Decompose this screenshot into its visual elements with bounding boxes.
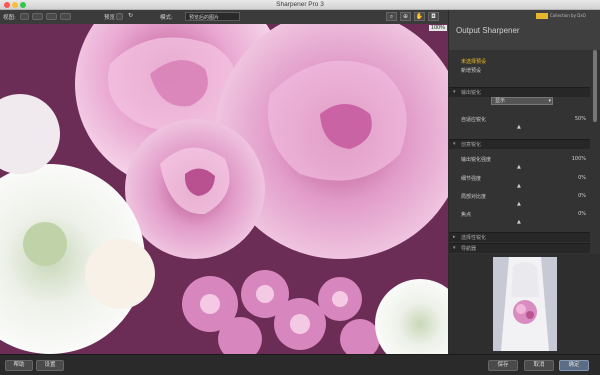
settings-panel: Collection by DxO Output Sharpener 未选择预设…	[449, 10, 600, 354]
local-contrast-label: 局部对比度	[461, 194, 487, 200]
brand-text: Collection by DxO	[550, 13, 586, 18]
help-button[interactable]: 帮助	[5, 360, 33, 371]
output-strength-slider[interactable]: ▲	[517, 164, 521, 170]
adaptive-sharpening-slider[interactable]: ▲	[517, 124, 521, 130]
collapse-triangle-icon: ▾	[453, 245, 456, 251]
section-output-sharpening[interactable]: ▾ 输出锐化	[449, 87, 590, 97]
brand-logo	[536, 13, 548, 19]
ok-button[interactable]: 确定	[559, 360, 589, 371]
panel-scrollbar[interactable]	[593, 50, 597, 122]
side-by-side-view-button[interactable]	[46, 13, 57, 20]
navigator-thumbnail[interactable]	[493, 257, 557, 351]
adaptive-sharpening-value: 50%	[574, 116, 586, 122]
flower-photo	[0, 24, 448, 354]
panel-header: Collection by DxO Output Sharpener	[449, 10, 600, 50]
rotate-icon[interactable]: ↻	[125, 12, 136, 21]
window-title: Sharpener Pro 3	[276, 1, 324, 8]
collapse-triangle-icon: ▾	[453, 141, 456, 147]
focus-label: 焦点	[461, 212, 472, 218]
output-type-select[interactable]: 显示 ▾	[491, 97, 553, 105]
local-contrast-value: 0%	[578, 193, 586, 199]
focus-slider[interactable]: ▲	[517, 219, 521, 225]
output-strength-label: 输出锐化强度	[461, 157, 492, 163]
adaptive-sharpening-label: 自适应锐化	[461, 117, 487, 123]
zoom-tool-icon[interactable]: ⌕	[386, 12, 397, 21]
preview-checkbox[interactable]	[116, 13, 123, 20]
hand-tool-icon[interactable]: ✋	[414, 12, 425, 21]
output-strength-value: 100%	[571, 156, 586, 162]
local-contrast-slider[interactable]: ▲	[517, 201, 521, 207]
expand-triangle-icon: ▸	[453, 234, 456, 240]
settings-button[interactable]: 设置	[36, 360, 64, 371]
structure-slider[interactable]: ▲	[517, 183, 521, 189]
view-label: 视图:	[3, 15, 16, 21]
save-button[interactable]: 保存	[488, 360, 518, 371]
bride-photo	[493, 257, 557, 351]
zoom-level: 100%	[428, 25, 447, 31]
image-preview[interactable]: 100%	[0, 24, 448, 354]
mode-label: 模式:	[160, 15, 173, 21]
title-bar: Sharpener Pro 3	[0, 0, 600, 10]
section-loupe[interactable]: ▾ 导航器	[449, 243, 590, 253]
background-color-icon[interactable]: ◘	[428, 12, 439, 21]
chevron-down-icon: ▾	[548, 98, 551, 104]
mode-select[interactable]: 预览后的图片	[185, 12, 240, 21]
focus-value: 0%	[578, 211, 586, 217]
cancel-button[interactable]: 取消	[524, 360, 554, 371]
navigator	[449, 254, 600, 354]
panel-title: Output Sharpener	[456, 26, 520, 35]
single-view-button[interactable]	[20, 13, 29, 20]
section-creative-sharpening[interactable]: ▾ 创意锐化	[449, 139, 590, 149]
structure-value: 0%	[578, 175, 586, 181]
toolbar: 视图: 预览 ↻ 模式: 预览后的图片 ⌕ ⊕ ✋ ◘	[0, 10, 448, 25]
compare-view-button[interactable]	[60, 13, 71, 20]
split-view-button[interactable]	[32, 13, 43, 20]
collapse-triangle-icon: ▾	[453, 89, 456, 95]
preset-new[interactable]: 新增预设	[461, 67, 481, 74]
magnify-icon[interactable]: ⊕	[400, 12, 411, 21]
preset-active[interactable]: 未选择预设	[461, 58, 486, 65]
section-selective-sharpening[interactable]: ▸ 选择性锐化	[449, 232, 590, 242]
structure-label: 细节强度	[461, 176, 482, 182]
preview-label: 预览	[104, 15, 116, 21]
bottom-bar: 帮助 设置 保存 取消 确定	[0, 354, 600, 375]
